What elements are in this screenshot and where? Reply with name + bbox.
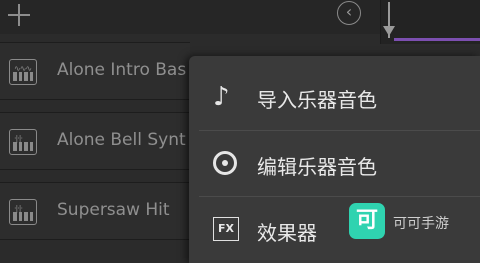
fx-icon: FX [213, 217, 239, 243]
plus-icon[interactable] [6, 2, 32, 28]
menu-item-label: 编辑乐器音色 [257, 155, 377, 179]
watermark-text: 可可手游 [393, 216, 449, 232]
watermark-logo: 可 [349, 203, 385, 239]
playhead-marker-icon[interactable] [383, 2, 395, 38]
track-name: Alone Bell Synt [57, 130, 186, 150]
knob-icon [213, 151, 239, 177]
track-name: Alone Intro Bas [57, 60, 187, 80]
region-bar [394, 38, 480, 41]
track-item[interactable]: ·|·|· Supersaw Hit [0, 182, 190, 240]
menu-item-label: 效果器 [257, 221, 317, 245]
synth-keyboard-icon: ·|·|· [9, 199, 37, 225]
track-item[interactable]: ∿∿∿ Alone Intro Bas [0, 42, 190, 100]
track-name: Supersaw Hit [57, 200, 170, 220]
chevron-left-icon[interactable]: ‹ [337, 1, 361, 25]
track-list: ∿∿∿ Alone Intro Bas ·|·|· Alone Bell Syn… [0, 42, 190, 252]
track-item[interactable]: ·|·|· Alone Bell Synt [0, 112, 190, 170]
synth-keyboard-icon: ∿∿∿ [9, 59, 37, 85]
menu-item-edit-instrument[interactable]: 编辑乐器音色 [189, 131, 480, 197]
menu-item-import-instrument[interactable]: ♪ 导入乐器音色 [189, 64, 480, 130]
menu-item-label: 导入乐器音色 [257, 88, 377, 112]
music-note-icon: ♪ [213, 82, 230, 112]
synth-keyboard-icon: ·|·|· [9, 129, 37, 155]
